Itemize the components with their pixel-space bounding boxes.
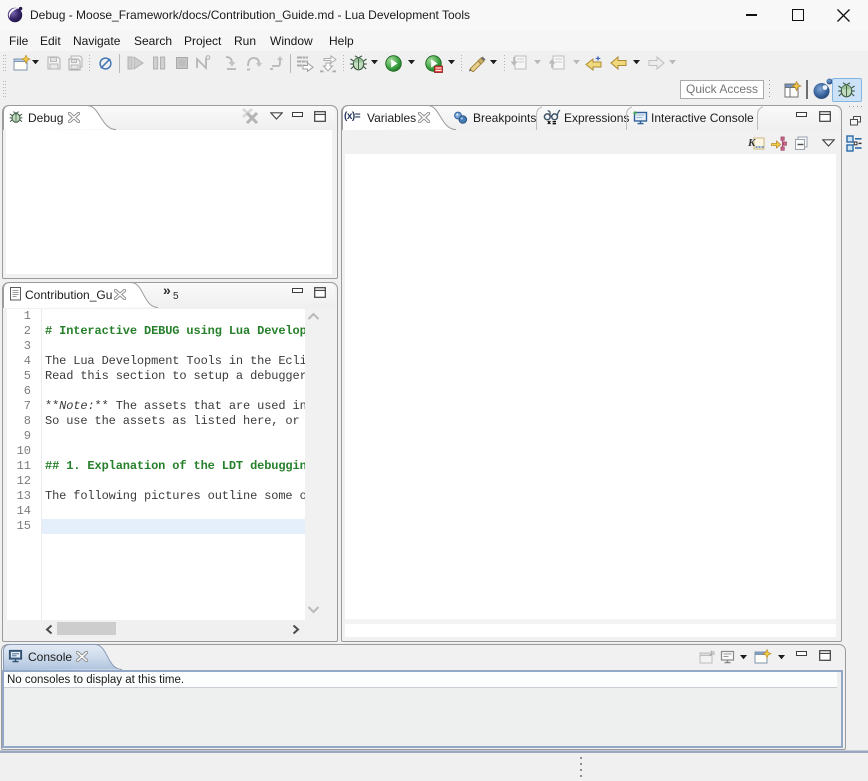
- svg-text:K: K: [748, 137, 756, 149]
